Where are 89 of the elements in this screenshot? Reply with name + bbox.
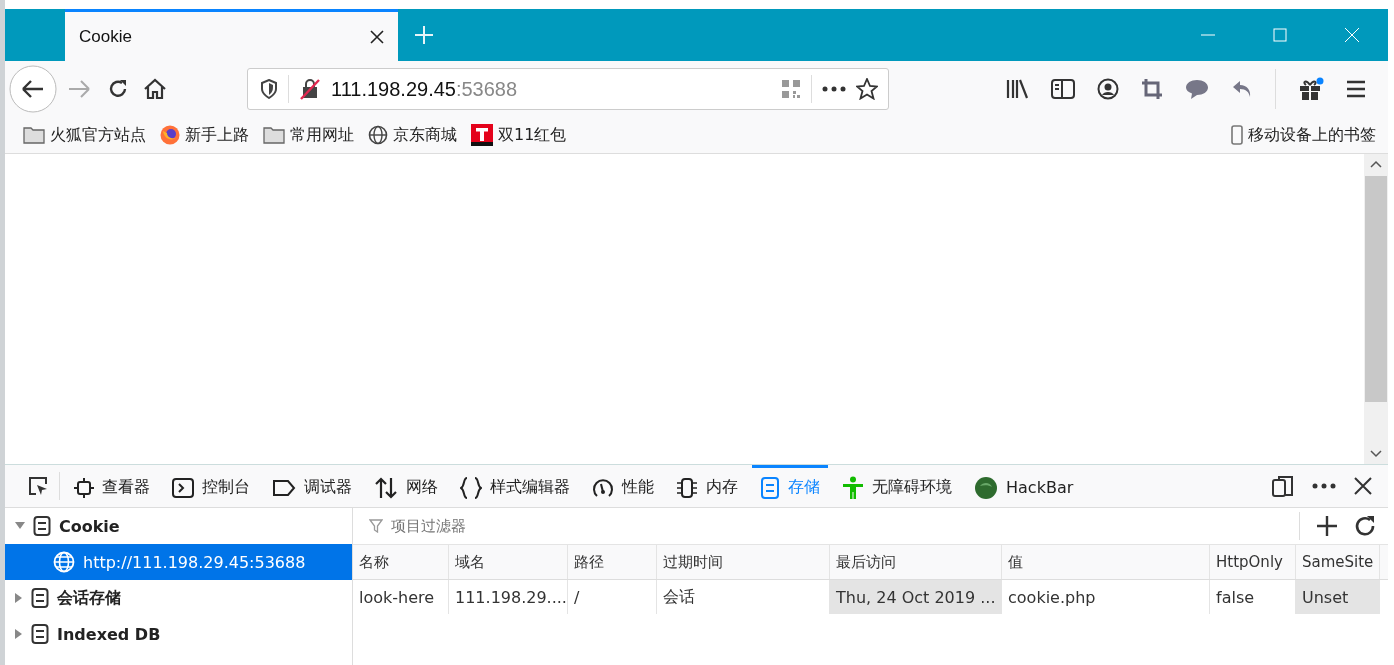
folder-icon — [263, 126, 285, 144]
menu-icon[interactable] — [1346, 80, 1366, 98]
devtools-tab[interactable]: HackBar — [966, 465, 1082, 507]
column-header[interactable]: 过期时间 — [657, 545, 830, 579]
ball-logo-icon — [974, 475, 998, 500]
new-tab-icon[interactable] — [414, 25, 434, 45]
account-icon[interactable] — [1097, 78, 1119, 100]
gift-icon[interactable] — [1298, 77, 1324, 101]
tree-item[interactable]: Cookie — [5, 508, 352, 544]
person-icon — [842, 475, 864, 500]
scroll-down-icon[interactable] — [1370, 450, 1382, 458]
expanded-triangle-icon[interactable] — [15, 522, 25, 530]
table-cell: look-here — [353, 580, 449, 614]
column-header[interactable]: 名称 — [353, 545, 449, 579]
devtools-tab[interactable]: 样式编辑器 — [452, 465, 578, 507]
table-cell: Unset — [1296, 580, 1380, 614]
bookmark-item[interactable]: 常用网址 — [263, 124, 354, 146]
shield-icon[interactable] — [260, 79, 278, 99]
network-icon — [374, 476, 398, 499]
inspector-icon — [74, 477, 94, 498]
filter-field[interactable]: 项目过滤器 — [389, 516, 1283, 536]
console-icon — [172, 477, 194, 498]
chip-icon — [676, 476, 698, 499]
devtools-tab[interactable]: 性能 — [584, 465, 662, 507]
column-header[interactable]: 值 — [1002, 545, 1210, 579]
chat-bubble-icon[interactable] — [1185, 78, 1209, 100]
home-icon[interactable] — [143, 78, 167, 100]
devtools-tab[interactable]: 调试器 — [264, 465, 360, 507]
back-icon[interactable] — [9, 65, 57, 113]
refresh-icon[interactable] — [1354, 515, 1376, 537]
gauge-icon — [592, 476, 614, 499]
collapsed-triangle-icon[interactable] — [15, 629, 23, 639]
table-cell: 111.198.29.... — [449, 580, 568, 614]
devtools-tab[interactable]: 无障碍环境 — [834, 465, 960, 507]
bookmark-item[interactable]: 京东商城 — [368, 124, 457, 146]
reload-icon[interactable] — [107, 78, 129, 100]
sidebar-icon[interactable] — [1051, 79, 1075, 99]
debugger-icon — [272, 478, 296, 497]
devtools-tab[interactable]: 查看器 — [66, 465, 158, 507]
close-icon[interactable] — [1354, 477, 1372, 495]
storage-icon — [31, 588, 49, 608]
devtools-tab[interactable]: 存储 — [752, 465, 828, 507]
fox-globe-icon — [160, 125, 180, 145]
element-picker-icon[interactable] — [27, 475, 49, 497]
tree-item[interactable]: 会话存储 — [5, 580, 352, 616]
column-header[interactable]: 路径 — [568, 545, 657, 579]
devtools-tab[interactable]: 网络 — [366, 465, 446, 507]
globe-icon — [53, 551, 75, 573]
star-icon[interactable] — [856, 78, 878, 100]
filter-icon — [369, 519, 383, 533]
folder-icon — [23, 126, 45, 144]
table-cell: / — [568, 580, 657, 614]
tree-item[interactable]: http://111.198.29.45:53688 — [5, 544, 352, 580]
add-icon[interactable] — [1316, 515, 1338, 537]
globe-icon — [368, 125, 388, 145]
address-bar[interactable]: 111.198.29.45:53688 — [247, 68, 889, 110]
storage-icon — [760, 476, 780, 499]
column-header[interactable]: SameSite — [1296, 545, 1380, 579]
scroll-up-icon[interactable] — [1370, 160, 1382, 168]
bookmark-item[interactable]: 火狐官方站点 — [23, 124, 146, 146]
insecure-lock-icon[interactable] — [299, 78, 321, 100]
letter-t-logo-icon — [471, 124, 493, 146]
devtools-tab[interactable]: 控制台 — [164, 465, 258, 507]
url-text: 111.198.29.45:53688 — [331, 77, 518, 101]
crop-icon[interactable] — [1141, 78, 1163, 100]
scrollbar[interactable] — [1364, 154, 1388, 464]
storage-icon — [33, 516, 51, 536]
phone-icon — [1231, 125, 1243, 145]
devtools-tab[interactable]: 内存 — [668, 465, 746, 507]
table-cell: cookie.php — [1002, 580, 1210, 614]
storage-icon — [31, 624, 49, 644]
close-icon[interactable] — [370, 29, 384, 44]
responsive-mode-icon[interactable] — [1272, 475, 1294, 497]
scroll-thumb[interactable] — [1365, 176, 1387, 402]
column-header[interactable]: 域名 — [449, 545, 568, 579]
bookmark-item[interactable]: 移动设备上的书签 — [1231, 124, 1376, 146]
table-cell: Thu, 24 Oct 2019 ... — [830, 580, 1002, 614]
more-icon[interactable] — [822, 86, 846, 92]
library-icon[interactable] — [1005, 79, 1029, 99]
bookmark-item[interactable]: 双11红包 — [471, 124, 567, 146]
qr-code-icon[interactable] — [781, 79, 801, 99]
column-header[interactable]: 最后访问 — [830, 545, 1002, 579]
tree-item[interactable]: Indexed DB — [5, 616, 352, 652]
more-icon[interactable] — [1312, 483, 1336, 489]
browser-tab[interactable]: Cookie — [65, 9, 398, 61]
braces-icon — [460, 476, 482, 499]
collapsed-triangle-icon[interactable] — [15, 593, 23, 603]
column-header[interactable]: HttpOnly — [1210, 545, 1296, 579]
bookmark-item[interactable]: 新手上路 — [160, 124, 249, 146]
